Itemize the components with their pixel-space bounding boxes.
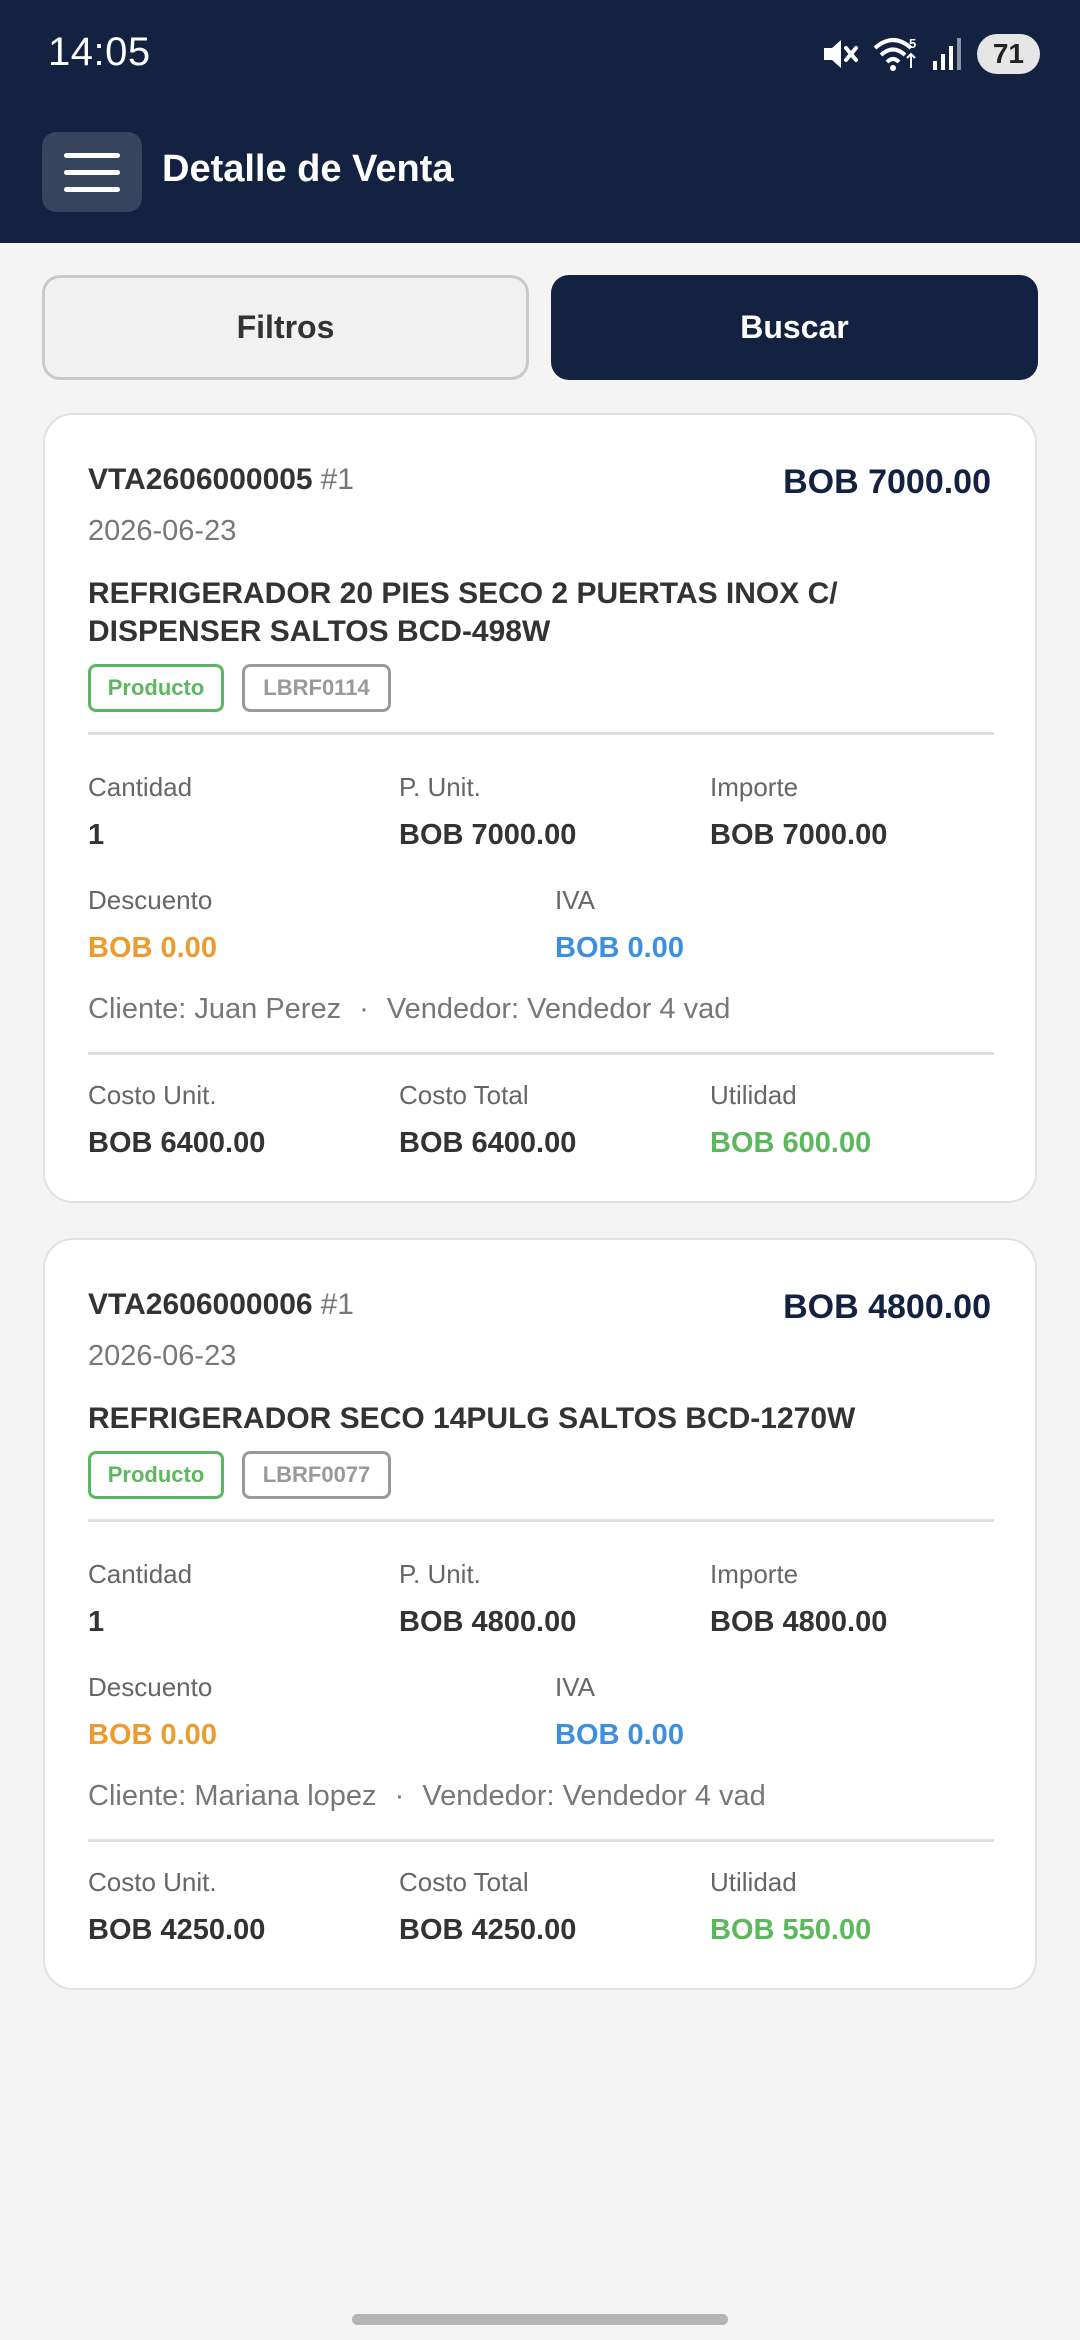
p-unit-label: P. Unit. [399, 1559, 481, 1589]
svg-text:5: 5 [909, 36, 916, 51]
costo-total-label: Costo Total [399, 1080, 529, 1110]
sale-code: VTA2606000005 #1 [88, 463, 354, 496]
sale-date: 2026-06-23 [88, 515, 237, 547]
menu-icon [64, 152, 120, 158]
cliente-text: Cliente: Mariana lopez [88, 1780, 377, 1812]
sku-badge: LBRF0114 [242, 664, 391, 712]
sale-total: BOB 4800.00 [783, 1288, 991, 1326]
mute-icon [823, 40, 858, 68]
sale-total: BOB 7000.00 [783, 463, 991, 501]
app-header: 14:05 5 71 Detalle de Venta [0, 0, 1080, 243]
importe-value: BOB 7000.00 [710, 819, 888, 851]
utilidad-value: BOB 600.00 [710, 1127, 872, 1159]
costo-total-label: Costo Total [399, 1867, 529, 1897]
sale-code: VTA2606000006 #1 [88, 1288, 354, 1321]
costo-total-value: BOB 4250.00 [399, 1914, 577, 1946]
status-icons: 5 71 [821, 34, 1040, 74]
iva-label: IVA [555, 1672, 595, 1702]
cantidad-value: 1 [88, 1606, 105, 1638]
iva-label: IVA [555, 885, 595, 915]
divider [88, 1839, 994, 1842]
filters-button[interactable]: Filtros [42, 275, 529, 380]
battery-icon: 71 [976, 34, 1040, 74]
status-time: 14:05 [48, 30, 151, 74]
sale-card[interactable]: VTA2606000006 #1 BOB 4800.00 2026-06-23 R… [43, 1238, 1037, 1990]
utilidad-label: Utilidad [710, 1867, 797, 1897]
iva-value: BOB 0.00 [555, 932, 684, 964]
vendedor-text: Vendedor: Vendedor 4 vad [422, 1780, 766, 1812]
costo-unit-label: Costo Unit. [88, 1867, 217, 1897]
importe-label: Importe [710, 772, 799, 802]
cantidad-label: Cantidad [88, 772, 193, 802]
product-name: REFRIGERADOR 20 PIES SECO 2 PUERTAS INOX… [88, 577, 838, 648]
client-seller-line: Cliente: Mariana lopez · Vendedor: Vende… [88, 1780, 766, 1813]
divider [88, 1052, 994, 1055]
sale-date: 2026-06-23 [88, 1340, 237, 1372]
p-unit-value: BOB 7000.00 [399, 819, 577, 851]
client-seller-line: Cliente: Juan Perez · Vendedor: Vendedor… [88, 993, 730, 1026]
costo-unit-label: Costo Unit. [88, 1080, 217, 1110]
costo-total-value: BOB 6400.00 [399, 1127, 577, 1159]
p-unit-label: P. Unit. [399, 772, 481, 802]
costo-unit-value: BOB 6400.00 [88, 1127, 266, 1159]
home-indicator[interactable] [352, 2314, 728, 2325]
divider [88, 1519, 994, 1522]
separator-dot: · [394, 1780, 405, 1812]
sku-badge: LBRF0077 [242, 1451, 391, 1499]
line-number: #1 [320, 1288, 354, 1321]
utilidad-value: BOB 550.00 [710, 1914, 872, 1946]
type-badge: Producto [88, 1451, 224, 1499]
wifi-icon: 5 [873, 36, 916, 71]
iva-value: BOB 0.00 [555, 1719, 684, 1751]
descuento-label: Descuento [88, 885, 213, 915]
costo-unit-value: BOB 4250.00 [88, 1914, 266, 1946]
divider [88, 732, 994, 735]
separator-dot: · [359, 993, 369, 1025]
type-badge: Producto [88, 664, 224, 712]
descuento-value: BOB 0.00 [88, 932, 217, 964]
cantidad-value: 1 [88, 819, 105, 851]
cantidad-label: Cantidad [88, 1559, 193, 1589]
cliente-text: Cliente: Juan Perez [88, 993, 342, 1025]
descuento-value: BOB 0.00 [88, 1719, 217, 1751]
search-button[interactable]: Buscar [551, 275, 1038, 380]
line-number: #1 [320, 463, 354, 496]
sale-card[interactable]: VTA2606000005 #1 BOB 7000.00 2026-06-23 R… [43, 413, 1037, 1203]
importe-value: BOB 4800.00 [710, 1606, 888, 1638]
p-unit-value: BOB 4800.00 [399, 1606, 577, 1638]
page-title: Detalle de Venta [162, 148, 454, 190]
utilidad-label: Utilidad [710, 1080, 797, 1110]
product-name: REFRIGERADOR SECO 14PULG SALTOS BCD-1270… [88, 1402, 856, 1435]
descuento-label: Descuento [88, 1672, 213, 1702]
signal-icon [932, 38, 961, 70]
vendedor-text: Vendedor: Vendedor 4 vad [386, 993, 731, 1025]
importe-label: Importe [710, 1559, 799, 1589]
menu-button[interactable] [42, 132, 142, 212]
